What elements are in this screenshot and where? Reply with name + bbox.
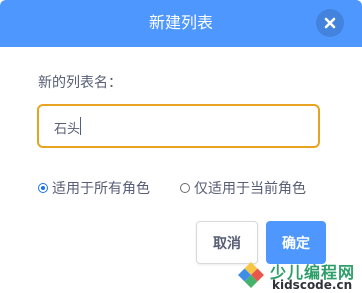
close-icon bbox=[324, 17, 336, 29]
site-watermark: 少儿编程网 kidscode.cn bbox=[234, 258, 362, 293]
list-name-label: 新的列表名： bbox=[38, 75, 122, 91]
dialog-header: 新建列表 bbox=[0, 0, 362, 47]
option-this-sprite-label: 仅适用于当前角色 bbox=[194, 181, 306, 197]
option-this-sprite[interactable]: 仅适用于当前角色 bbox=[180, 178, 306, 198]
new-list-dialog: 新建列表 新的列表名： 石头 适用于所有角色 仅适用于当前角色 取消 确定 bbox=[0, 0, 362, 293]
option-all-sprites-label: 适用于所有角色 bbox=[52, 181, 150, 197]
kidscode-logo-icon bbox=[238, 262, 264, 288]
radio-all-sprites[interactable] bbox=[38, 183, 48, 193]
input-value: 石头 bbox=[54, 122, 81, 137]
close-button[interactable] bbox=[316, 9, 344, 37]
radio-this-sprite[interactable] bbox=[180, 183, 190, 193]
dialog-title: 新建列表 bbox=[148, 13, 213, 32]
option-all-sprites[interactable]: 适用于所有角色 bbox=[38, 178, 150, 198]
text-caret bbox=[80, 117, 81, 135]
watermark-subtitle: kidscode.cn bbox=[272, 278, 353, 292]
list-name-input[interactable]: 石头 bbox=[37, 104, 320, 148]
